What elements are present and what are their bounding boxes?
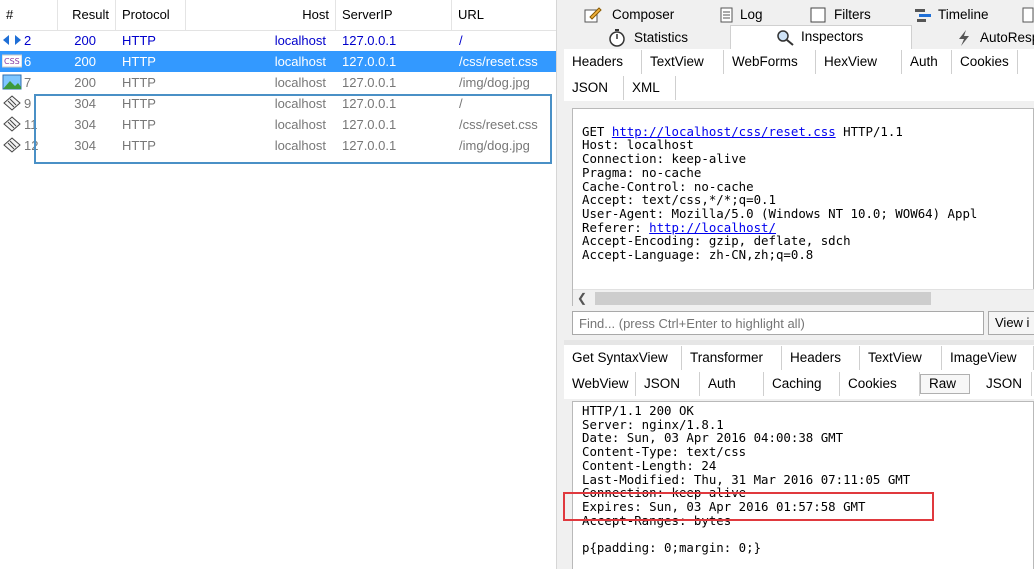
session-list-header: # Result Protocol Host ServerIP URL <box>0 0 556 31</box>
checkbox-icon <box>810 7 826 23</box>
tab-autoresponder-label: AutoResp <box>980 30 1034 45</box>
response-tab-webview[interactable]: WebView <box>564 372 636 396</box>
request-header-lines-after: Accept-Encoding: gzip, deflate, sdch Acc… <box>582 233 851 262</box>
tab-autoresponder[interactable]: AutoResp <box>950 27 1034 49</box>
script-icon <box>1022 7 1034 23</box>
session-cell-host: localhost <box>274 75 326 90</box>
response-tab-json[interactable]: JSON <box>636 372 700 396</box>
session-cell-host: localhost <box>274 54 326 69</box>
tab-filters[interactable]: Filters <box>808 4 912 26</box>
column-header-url[interactable]: URL <box>452 0 556 30</box>
column-header-protocol[interactable]: Protocol <box>116 0 186 30</box>
stopwatch-icon <box>609 29 625 47</box>
tab-composer-label: Composer <box>612 7 675 22</box>
request-tab-textview[interactable]: TextView <box>642 50 724 74</box>
svg-text:CSS: CSS <box>4 57 20 66</box>
diamond-icon <box>2 135 22 156</box>
response-tab-caching[interactable]: Caching <box>764 372 840 396</box>
tab-inspectors[interactable]: Inspectors <box>730 25 912 49</box>
composer-icon <box>584 7 602 23</box>
session-list[interactable]: # Result Protocol Host ServerIP URL 2 200… <box>0 0 556 569</box>
css-icon: CSS <box>1 51 23 72</box>
timeline-icon <box>915 9 931 22</box>
tab-statistics[interactable]: Statistics <box>564 27 730 49</box>
tab-log[interactable]: Log <box>718 4 808 26</box>
diamond-icon <box>2 114 22 135</box>
response-tab-textview[interactable]: TextView <box>860 346 942 370</box>
highlight-box-expires <box>563 492 934 521</box>
response-tab-json[interactable]: JSON <box>978 372 1032 396</box>
log-icon <box>720 7 733 23</box>
response-text[interactable]: HTTP/1.1 200 OK Server: nginx/1.8.1 Date… <box>572 401 1034 569</box>
request-tab-webforms[interactable]: WebForms <box>724 50 816 74</box>
session-row[interactable]: CSS 6 200 HTTP localhost 127.0.0.1/css/reset.… <box>0 51 556 72</box>
session-cell-result: 200 <box>74 54 96 69</box>
tab-timeline-label: Timeline <box>938 7 989 22</box>
response-tab-raw[interactable]: Raw <box>920 374 970 394</box>
diamond-icon <box>2 93 22 114</box>
session-cell-url: / <box>459 33 463 48</box>
session-cell-url: /css/reset.css <box>459 54 538 69</box>
session-cell-num: 2 <box>24 33 32 48</box>
tab-overflow[interactable] <box>1018 4 1034 26</box>
tab-statistics-label: Statistics <box>634 30 689 45</box>
column-header-serverip[interactable]: ServerIP <box>336 0 452 30</box>
request-header-lines: Host: localhost Connection: keep-alive P… <box>582 137 977 221</box>
vertical-splitter[interactable] <box>556 0 564 569</box>
scroll-thumb[interactable] <box>595 292 931 305</box>
column-header-host[interactable]: Host <box>186 0 336 30</box>
response-line: p{padding: 0;margin: 0;} <box>582 540 762 556</box>
column-header-result[interactable]: Result <box>58 0 116 30</box>
magnifier-icon <box>777 30 794 46</box>
request-horizontal-scrollbar[interactable]: ❮ <box>573 289 1034 307</box>
session-cell-ip: 127.0.0.1 <box>342 33 397 48</box>
response-tab-transformer[interactable]: Transformer <box>682 346 782 370</box>
request-tab-auth[interactable]: Auth <box>902 50 952 74</box>
session-cell-num: 7 <box>24 75 32 90</box>
request-tab-xml[interactable]: XML <box>624 76 676 100</box>
tab-filters-label: Filters <box>834 7 871 22</box>
response-tab-cookies[interactable]: Cookies <box>840 372 920 396</box>
session-row[interactable]: 7 200 HTTP localhost 127.0.0.1/img/dog.jpg <box>0 72 556 93</box>
view-in-notepad-button[interactable]: View i <box>988 311 1034 335</box>
highlight-box-304-rows <box>34 94 552 164</box>
find-input[interactable] <box>572 311 984 335</box>
lightning-icon <box>959 30 969 46</box>
response-tab-auth[interactable]: Auth <box>700 372 764 396</box>
tab-inspectors-label: Inspectors <box>801 29 864 44</box>
session-cell-num: 6 <box>24 54 32 69</box>
request-version: HTTP/1.1 <box>843 123 903 139</box>
request-header-line: Accept-Language: zh-CN,zh;q=0.8 <box>582 247 814 263</box>
request-tab-hexview[interactable]: HexView <box>816 50 902 74</box>
response-tab-headers[interactable]: Headers <box>782 346 860 370</box>
session-cell-result: 200 <box>74 75 96 90</box>
image-icon <box>2 72 22 93</box>
request-tab-json[interactable]: JSON <box>564 76 624 100</box>
session-row[interactable]: 2 200 HTTP localhost 127.0.0.1/ <box>0 30 556 51</box>
request-text[interactable]: GET http://localhost/css/reset.css HTTP/… <box>572 108 1034 306</box>
response-tab-imageview[interactable]: ImageView <box>942 346 1034 370</box>
tab-composer[interactable]: Composer <box>564 4 718 26</box>
inspector-panel: Composer Log Filters Timeline Statistics… <box>564 0 1034 569</box>
response-tab-get-syntaxview[interactable]: Get SyntaxView <box>564 346 682 370</box>
scroll-left-arrow-icon[interactable]: ❮ <box>575 290 589 307</box>
arrows-icon <box>2 30 22 51</box>
session-cell-ip: 127.0.0.1 <box>342 75 397 90</box>
tab-log-label: Log <box>740 7 763 22</box>
request-tab-headers[interactable]: Headers <box>564 50 642 74</box>
session-cell-ip: 127.0.0.1 <box>342 54 397 69</box>
session-cell-url: /img/dog.jpg <box>459 75 530 90</box>
session-cell-host: localhost <box>274 33 326 48</box>
tab-timeline[interactable]: Timeline <box>912 4 1018 26</box>
request-tab-cookies[interactable]: Cookies <box>952 50 1018 74</box>
column-header-number[interactable]: # <box>0 0 58 30</box>
session-cell-result: 200 <box>74 33 96 48</box>
